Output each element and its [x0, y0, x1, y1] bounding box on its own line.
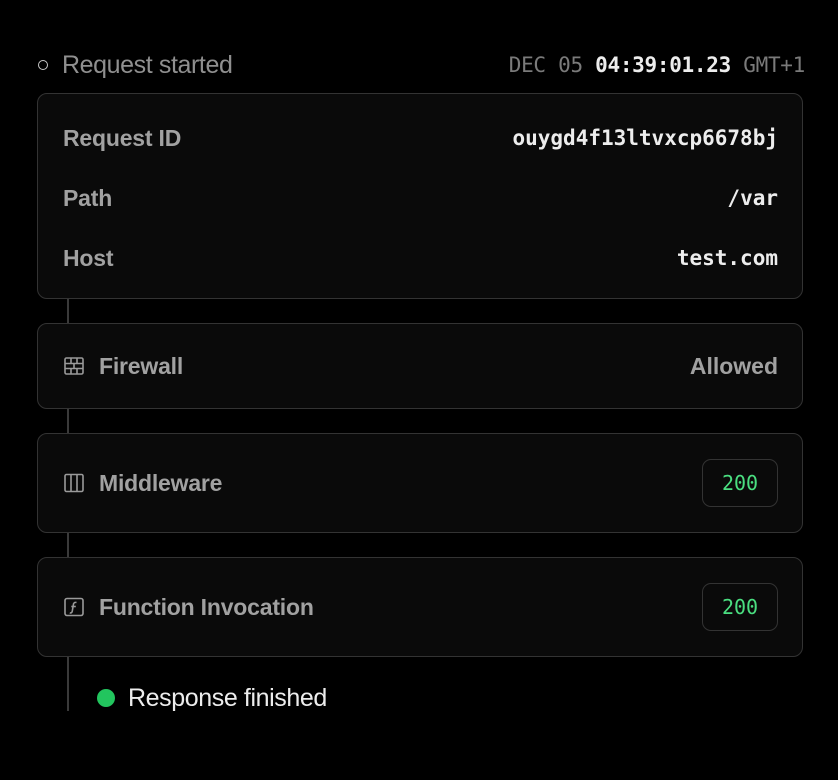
firewall-step-title-group: Firewall [63, 353, 183, 380]
request-timestamp: DEC 05 04:39:01.23 GMT+1 [508, 53, 806, 77]
timestamp-time: 04:39:01.23 [595, 53, 731, 77]
function-invocation-step-title: Function Invocation [99, 593, 314, 620]
firewall-brick-icon [63, 355, 85, 377]
function-invocation-status-badge: 200 [702, 583, 778, 631]
host-row: Host test.com [63, 238, 778, 278]
request-id-value[interactable]: ouygd4f13ltvxcp6678bj [512, 126, 778, 150]
request-id-row: Request ID ouygd4f13ltvxcp6678bj [63, 118, 778, 158]
middleware-step-title-group: Middleware [63, 470, 222, 497]
request-timeline-header: Request started DEC 05 04:39:01.23 GMT+1 [37, 48, 805, 82]
path-row: Path /var [63, 178, 778, 218]
function-invocation-step-card[interactable]: Function Invocation 200 [37, 557, 803, 657]
middleware-step-card[interactable]: Middleware 200 [37, 433, 803, 533]
middleware-status-badge: 200 [702, 459, 778, 507]
response-finished-label: Response finished [128, 683, 327, 712]
timeline-connector [67, 409, 69, 433]
host-label: Host [63, 244, 114, 271]
open-circle-icon [38, 60, 48, 70]
path-label: Path [63, 184, 113, 211]
request-started-label-group: Request started [37, 51, 233, 80]
success-dot-icon [97, 689, 115, 707]
request-id-label: Request ID [63, 124, 182, 151]
timeline-connector [67, 299, 69, 323]
function-icon [63, 596, 85, 618]
middleware-step-title: Middleware [99, 469, 223, 496]
path-value[interactable]: /var [727, 186, 778, 210]
timestamp-timezone: GMT+1 [743, 53, 805, 77]
timeline-connector [67, 657, 69, 711]
firewall-result: Allowed [689, 352, 778, 379]
middleware-columns-icon [63, 472, 85, 494]
timestamp-date: DEC 05 [508, 53, 583, 77]
function-invocation-step-title-group: Function Invocation [63, 594, 314, 621]
firewall-step-title: Firewall [99, 352, 184, 379]
request-info-card: Request ID ouygd4f13ltvxcp6678bj Path /v… [37, 93, 803, 299]
response-finished-row: Response finished [97, 681, 327, 715]
request-started-label: Request started [62, 50, 233, 79]
timeline-connector [67, 533, 69, 557]
firewall-step-card[interactable]: Firewall Allowed [37, 323, 803, 409]
host-value[interactable]: test.com [677, 246, 778, 270]
